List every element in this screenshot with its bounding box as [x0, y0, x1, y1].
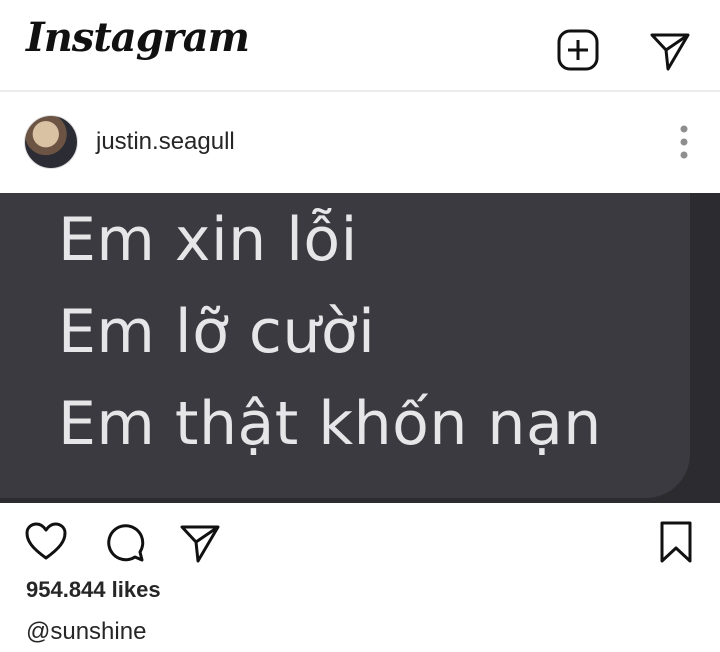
direct-message-icon[interactable] [648, 28, 692, 72]
message-bubble: Em xin lỗi Em lỡ cười Em thật khốn nạn [0, 193, 690, 498]
likes-count[interactable]: 954.844 likes [26, 577, 161, 603]
post-image[interactable]: Em xin lỗi Em lỡ cười Em thật khốn nạn [0, 193, 720, 503]
more-options-icon[interactable] [674, 122, 694, 162]
comment-icon[interactable] [102, 520, 146, 564]
instagram-logo[interactable]: Instagram [26, 14, 250, 61]
post-header: justin.seagull [0, 112, 720, 172]
share-icon[interactable] [178, 520, 222, 564]
post-caption: @sunshine [26, 618, 147, 645]
image-text-line: Em thật khốn nạn [58, 389, 602, 459]
post-username[interactable]: justin.seagull [96, 128, 235, 156]
heart-icon[interactable] [24, 520, 68, 564]
add-post-icon[interactable] [556, 28, 600, 72]
avatar[interactable] [24, 115, 78, 169]
header-divider [0, 90, 720, 92]
image-text-line: Em lỡ cười [58, 297, 376, 367]
top-bar: Instagram [0, 0, 720, 88]
bookmark-icon[interactable] [654, 520, 698, 564]
image-text-line: Em xin lỗi [58, 205, 358, 275]
